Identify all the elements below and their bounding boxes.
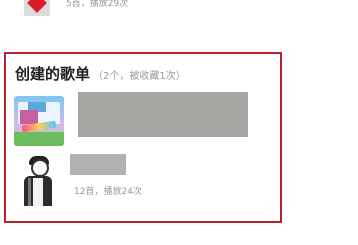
playlist-item[interactable] xyxy=(6,90,280,150)
redacted-playlist-name xyxy=(70,154,126,175)
liked-playlist-cover xyxy=(24,0,50,16)
playlist-item-liked[interactable]: 5首，播放29次 xyxy=(0,0,358,22)
playlist-item[interactable]: 12首，播放24次 xyxy=(6,150,280,210)
section-header: 创建的歌单 （2个，被收藏1次） xyxy=(15,64,186,84)
created-playlists-section: 创建的歌单 （2个，被收藏1次） 12首，播放24次 xyxy=(4,52,282,223)
playlist-cover xyxy=(14,156,64,206)
playlist-cover xyxy=(14,96,64,146)
redacted-playlist-name xyxy=(78,92,248,137)
playlist-meta: 12首，播放24次 xyxy=(74,187,142,197)
heart-icon xyxy=(27,0,47,13)
playlist-meta: 5首，播放29次 xyxy=(66,0,129,9)
section-subtitle: （2个，被收藏1次） xyxy=(93,71,186,82)
section-title: 创建的歌单 xyxy=(15,65,91,83)
